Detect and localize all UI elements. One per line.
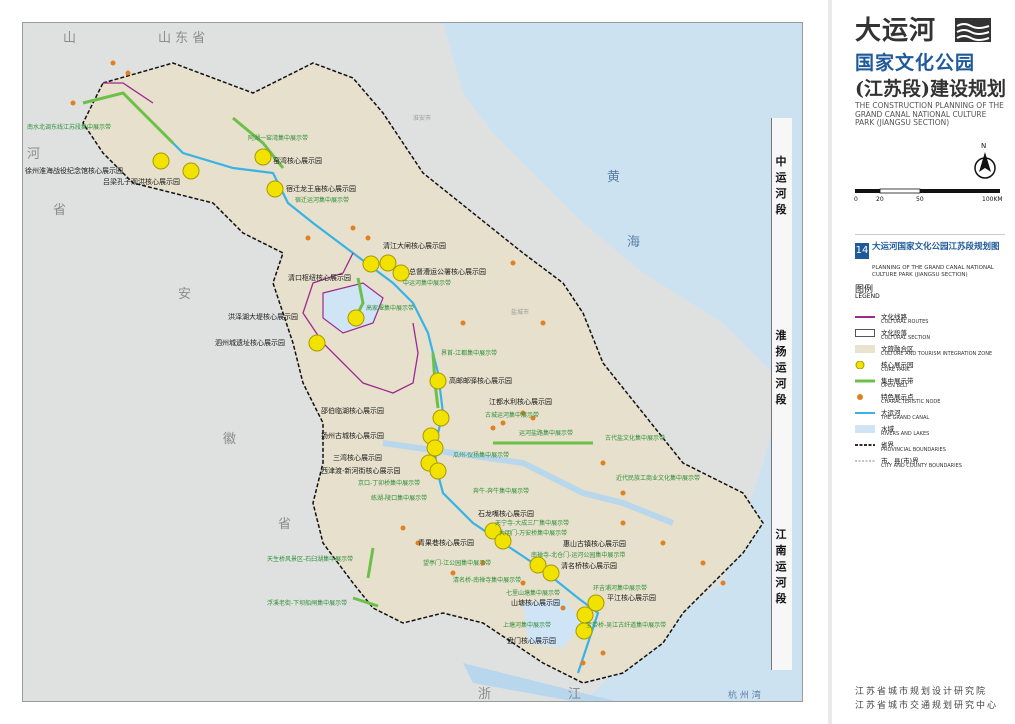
- sea-hangzhou-bay: 杭 州 湾: [728, 691, 761, 701]
- legend-item-open-belt: 集中展示带 OPEN BELT: [855, 377, 914, 389]
- belt-label: 界首-江都集中展示带: [441, 350, 498, 357]
- title-sub2: (江苏段)建设规划: [855, 78, 1006, 100]
- section-central-label: 中运河段: [775, 155, 787, 216]
- wave-logo-icon: [955, 18, 991, 42]
- panel-divider: [828, 0, 832, 724]
- core-park-label: 三湾核心展示园: [333, 454, 382, 462]
- city-yancheng: 盐城市: [511, 309, 530, 316]
- belt-label: 古代盐文化集中展示带: [605, 435, 666, 442]
- legend-item-integration-zone: 文旅融合区 CULTURE AND TOURISM INTEGRATION ZON…: [855, 343, 1015, 359]
- core-park-label: 高邮邮驿核心展示园: [449, 377, 512, 385]
- belt-label: 清名桥-南禅寺集中展示带: [453, 577, 522, 584]
- belt-label: 京口-丁卯桥集中展示带: [358, 480, 421, 487]
- legend-heading-en: LEGEND: [855, 293, 880, 300]
- belt-label: 近代民族工商业文化集中展示带: [616, 475, 701, 482]
- belt-label: 天生桥风景区-石臼湖集中展示带: [267, 556, 354, 563]
- belt-label: 上塘河集中展示带: [503, 622, 552, 629]
- core-park-label: 窑湾核心展示园: [273, 157, 322, 165]
- core-park-label: 清江大闸核心展示园: [383, 242, 446, 250]
- belt-label: 天宁寺-大成三厂集中展示带: [495, 520, 570, 527]
- core-park-label: 青果巷核心展示园: [418, 539, 474, 547]
- core-park-label: 徐州淮海战役纪念馆核心展示园: [25, 167, 123, 175]
- province-shandong: 山 东 省: [158, 31, 206, 46]
- belt-label: 高家堰集中展示带: [366, 305, 415, 312]
- core-park-label: 宿迁龙王庙核心展示园: [286, 185, 356, 193]
- map-title-en: PLANNING OF THE GRAND CANAL NATIONAL CUL…: [872, 265, 994, 278]
- map-canvas[interactable]: 山 山 东 省 河 省 安 徽 省 浙 江 黄 海 杭 州 湾 盐城市 淮安市 …: [22, 22, 803, 702]
- map-title-cn: 大运河国家文化公园江苏段规划图: [872, 242, 1000, 252]
- north-label: N: [981, 142, 987, 150]
- title-sub1: 国家文化公园: [855, 52, 976, 74]
- belt-label: 南水北调东线江苏段集中展示带: [27, 124, 112, 131]
- belt-label: 奔牛-奔牛集中展示带: [473, 488, 530, 495]
- core-park-label: 洪泽湖大堤核心展示园: [228, 313, 298, 321]
- belt-label: 望亭门-江公园集中展示带: [423, 560, 492, 567]
- core-park-label: 山塘核心展示园: [511, 599, 560, 607]
- belt-label: 浮溪老街-下坝船闸集中展示带: [267, 600, 348, 607]
- scale-bar: [855, 188, 1000, 194]
- scale-label-0: 0: [854, 196, 858, 203]
- belt-label: 宝带桥-吴江古纤道集中展示带: [586, 622, 667, 629]
- core-park-label: 平江核心展示园: [607, 594, 656, 602]
- legend-item-grand-canal: 大运河 THE GRAND CANAL: [855, 409, 930, 421]
- belt-label: 中运河集中展示带: [403, 280, 452, 287]
- institute-1: 江苏省城市规划设计研究院: [855, 687, 988, 697]
- province-hui: 徽: [223, 432, 237, 447]
- belt-label: 七里山塘集中展示带: [506, 590, 561, 597]
- core-park-label: 西津渡-新河街核心展示园: [321, 467, 401, 475]
- scale-label-50: 50: [916, 196, 924, 203]
- belt-label: 宿迁运河集中展示带: [295, 197, 350, 204]
- title-english: THE CONSTRUCTION PLANNING OF THE GRAND C…: [855, 101, 1004, 127]
- title-main: 大运河: [855, 16, 937, 46]
- city-huaian: 淮安市: [413, 115, 432, 122]
- belt-label: 运河盐路集中展示带: [519, 430, 574, 437]
- scale-label-100: 100KM: [982, 196, 1003, 203]
- core-park-label: 石龙嘴核心展示园: [478, 510, 534, 518]
- core-park-label: 盘门核心展示园: [507, 637, 556, 645]
- section-jiangnan: 江南运河段: [771, 465, 792, 670]
- core-park-label: 吕梁孔子观洪核心展示园: [103, 178, 180, 186]
- province-sheng-sw: 省: [278, 517, 292, 532]
- section-huaiyang: 淮扬运河段: [771, 258, 792, 465]
- section-huaiyang-label: 淮扬运河段: [775, 329, 787, 406]
- sea-hai: 海: [627, 235, 641, 250]
- map-svg: [70, 23, 802, 701]
- core-park-label: 江都水利核心展示园: [489, 398, 552, 406]
- sea-huang: 黄: [607, 170, 621, 185]
- legend-item-characteristic-node: 特色展示点 CHARACTERISTIC NODE: [855, 391, 1015, 407]
- legend-item-core-park: 核心展示园 CORE PARK: [855, 359, 1015, 375]
- map-number-badge: 14: [855, 243, 869, 259]
- legend-item-cultural-section: 文化段落 CULTURAL SECTION: [855, 327, 1015, 343]
- panel-rule: [855, 234, 1005, 235]
- core-park-label: 邵伯临湖核心展示园: [321, 407, 384, 415]
- legend-item-provincial-boundaries: 省界 PROVINCIAL BOUNDARIES: [855, 441, 946, 453]
- core-park-label: 惠山古镇核心展示园: [563, 540, 626, 548]
- section-jiangnan-label: 江南运河段: [775, 528, 787, 605]
- province-zhe: 浙: [478, 687, 492, 702]
- core-park-label: 清名桥核心展示园: [561, 562, 617, 570]
- belt-label: 环吉浦河集中展示带: [593, 585, 648, 592]
- core-park-label: 泗州城遗址核心展示园: [215, 339, 285, 347]
- section-central: 中运河段: [771, 118, 792, 258]
- belt-label: 阿湖一窑湾集中展示带: [248, 135, 309, 142]
- legend-item-rivers-lakes: 水域 RIVERS AND LAKES: [855, 423, 1015, 439]
- belt-label: 大明门-万安桥集中展示带: [499, 530, 568, 537]
- core-park-label: 总督漕运公署核心展示园: [409, 268, 486, 276]
- belt-label: 南禅寺-北仓门-运河公园集中展示带: [531, 552, 626, 559]
- core-park-label: 清口枢纽核心展示园: [288, 274, 351, 282]
- province-jiang: 江: [568, 687, 582, 702]
- belt-label: 瓜州-仪扬集中展示带: [453, 452, 510, 459]
- province-he: 河: [27, 147, 41, 162]
- legend-item-city-county-boundaries: 市、县(市)界 CITY AND COUNTY BOUNDARIES: [855, 457, 962, 469]
- province-sheng-west: 省: [53, 203, 67, 218]
- scale-label-20: 20: [876, 196, 884, 203]
- legend-item-cultural-routes: 文化线路 CULTURAL ROUTES: [855, 313, 929, 325]
- belt-label: 古城运河集中展示带: [485, 412, 540, 419]
- province-an: 安: [178, 287, 192, 302]
- belt-label: 练湖-陵口集中展示带: [371, 495, 428, 502]
- core-park-label: 扬州古城核心展示园: [321, 432, 384, 440]
- province-shan: 山: [63, 31, 77, 46]
- institute-2: 江苏省城市交通规划研究中心: [855, 701, 999, 711]
